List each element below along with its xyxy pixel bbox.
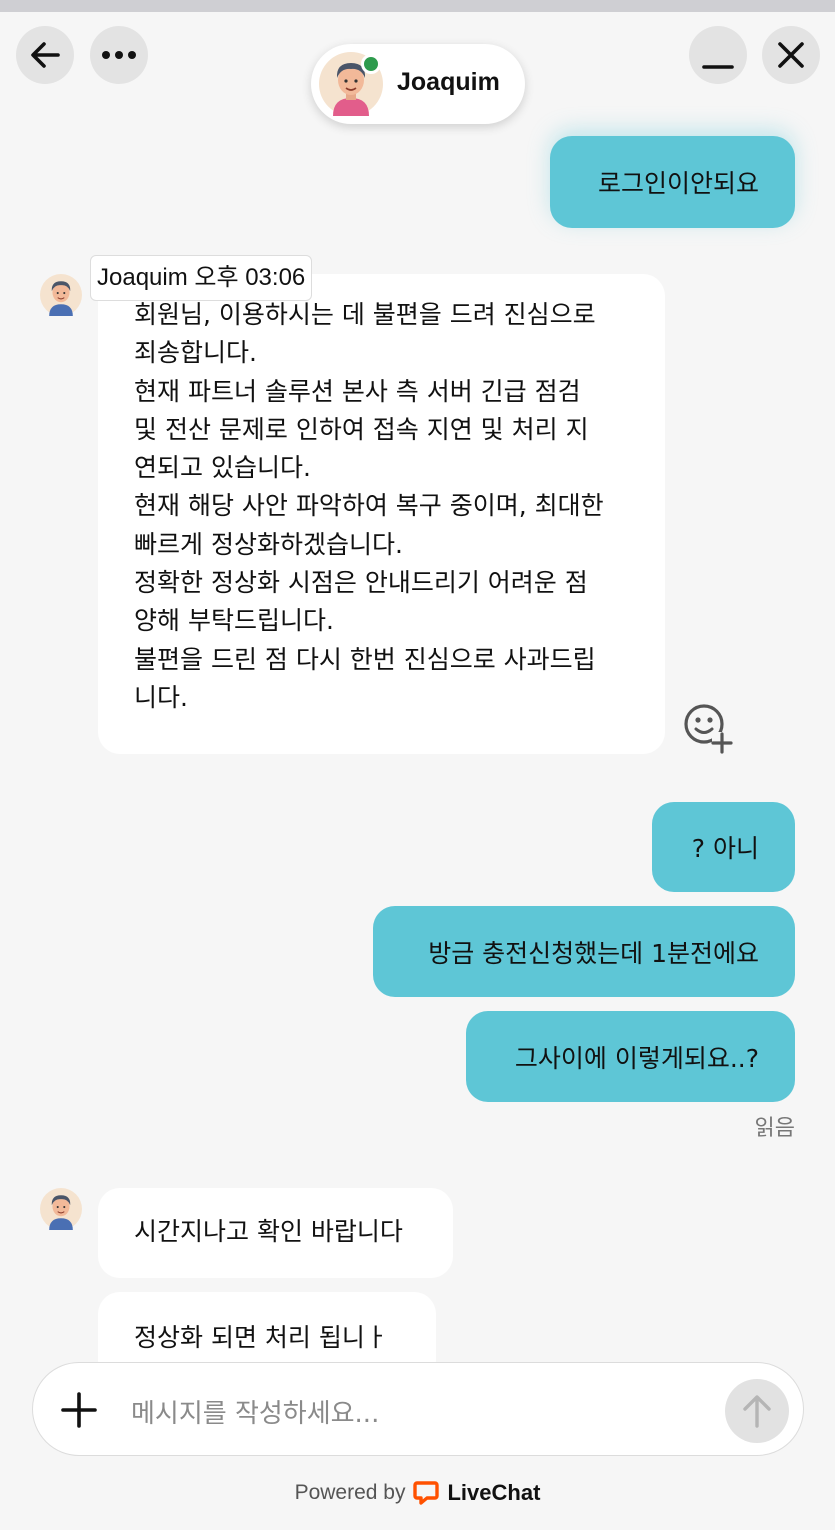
message-text: 그사이에 이렇게되요..? (514, 1043, 759, 1073)
minimize-button[interactable] (689, 26, 747, 84)
more-options-button[interactable] (90, 26, 148, 84)
brand-name: LiveChat (447, 1480, 541, 1505)
message-text: 로그인이안되요 (597, 169, 759, 198)
agent-avatar (40, 274, 82, 316)
message-text: 방금 충전신청했는데 1분전에요 (428, 938, 759, 968)
message-text: 시간지나고 확인 바랍니다 (134, 1217, 403, 1246)
send-button[interactable] (725, 1379, 789, 1443)
add-reaction-icon[interactable] (680, 700, 736, 756)
agent-header[interactable]: Joaquim (311, 44, 525, 124)
message-line: 니다. (134, 682, 188, 712)
minimize-icon (702, 65, 734, 69)
window-top-bar (0, 0, 835, 12)
outgoing-message: 방금 충전신청했는데 1분전에요 (373, 906, 795, 997)
message-line: 현재 해당 사안 파악하여 복구 중이며, 최대한 (134, 491, 604, 521)
attach-plus-icon[interactable] (59, 1390, 99, 1430)
back-arrow-icon (31, 42, 60, 68)
message-line: 빠르게 정상화하겠습니다. (134, 529, 403, 559)
message-line: 연되고 있습니다. (134, 453, 311, 483)
more-icon (102, 51, 136, 59)
read-receipt: 읽음 (754, 1116, 795, 1141)
outgoing-message: 로그인이안되요 (550, 136, 795, 228)
message-meta-tag: Joaquim 오후 03:06 (90, 255, 313, 301)
incoming-message: 시간지나고 확인 바랍니다 (98, 1188, 453, 1278)
message-text: ? 아니 (691, 834, 759, 863)
close-button[interactable] (762, 26, 820, 84)
message-line: 및 전산 문제로 인하여 접속 지연 및 처리 지 (134, 414, 589, 444)
message-line: 양해 부탁드립니다. (134, 606, 334, 636)
agent-avatar (40, 1188, 82, 1230)
message-text: 정상화 되면 처리 됩니ㅏ (134, 1323, 388, 1352)
outgoing-message: 그사이에 이렇게되요..? (466, 1011, 795, 1102)
online-status-dot (361, 54, 381, 74)
message-line: 불편을 드린 점 다시 한번 진심으로 사과드립 (134, 644, 596, 674)
message-input[interactable]: 메시지를 작성하세요... (131, 1393, 379, 1430)
message-composer: 메시지를 작성하세요... (32, 1362, 804, 1456)
agent-name: Joaquim (397, 68, 500, 96)
powered-by-footer[interactable]: Powered by LiveChat (0, 1478, 835, 1508)
message-line: 현재 파트너 솔루션 본사 측 서버 긴급 점검 (134, 376, 581, 406)
livechat-logo-icon (413, 1481, 440, 1505)
outgoing-message: ? 아니 (652, 802, 795, 892)
message-line: 정확한 정상화 시점은 안내드리기 어려운 점 (134, 568, 588, 598)
close-icon (778, 42, 804, 68)
incoming-message: 회원님, 이용하시는 데 불편을 드려 진심으로 죄송합니다. 현재 파트너 솔… (98, 274, 665, 754)
message-line: 죄송합니다. (134, 338, 257, 368)
message-line: 회원님, 이용하시는 데 불편을 드려 진심으로 (134, 300, 596, 329)
back-button[interactable] (16, 26, 74, 84)
powered-by-text: Powered by (294, 1481, 406, 1504)
send-arrow-icon (743, 1395, 771, 1428)
